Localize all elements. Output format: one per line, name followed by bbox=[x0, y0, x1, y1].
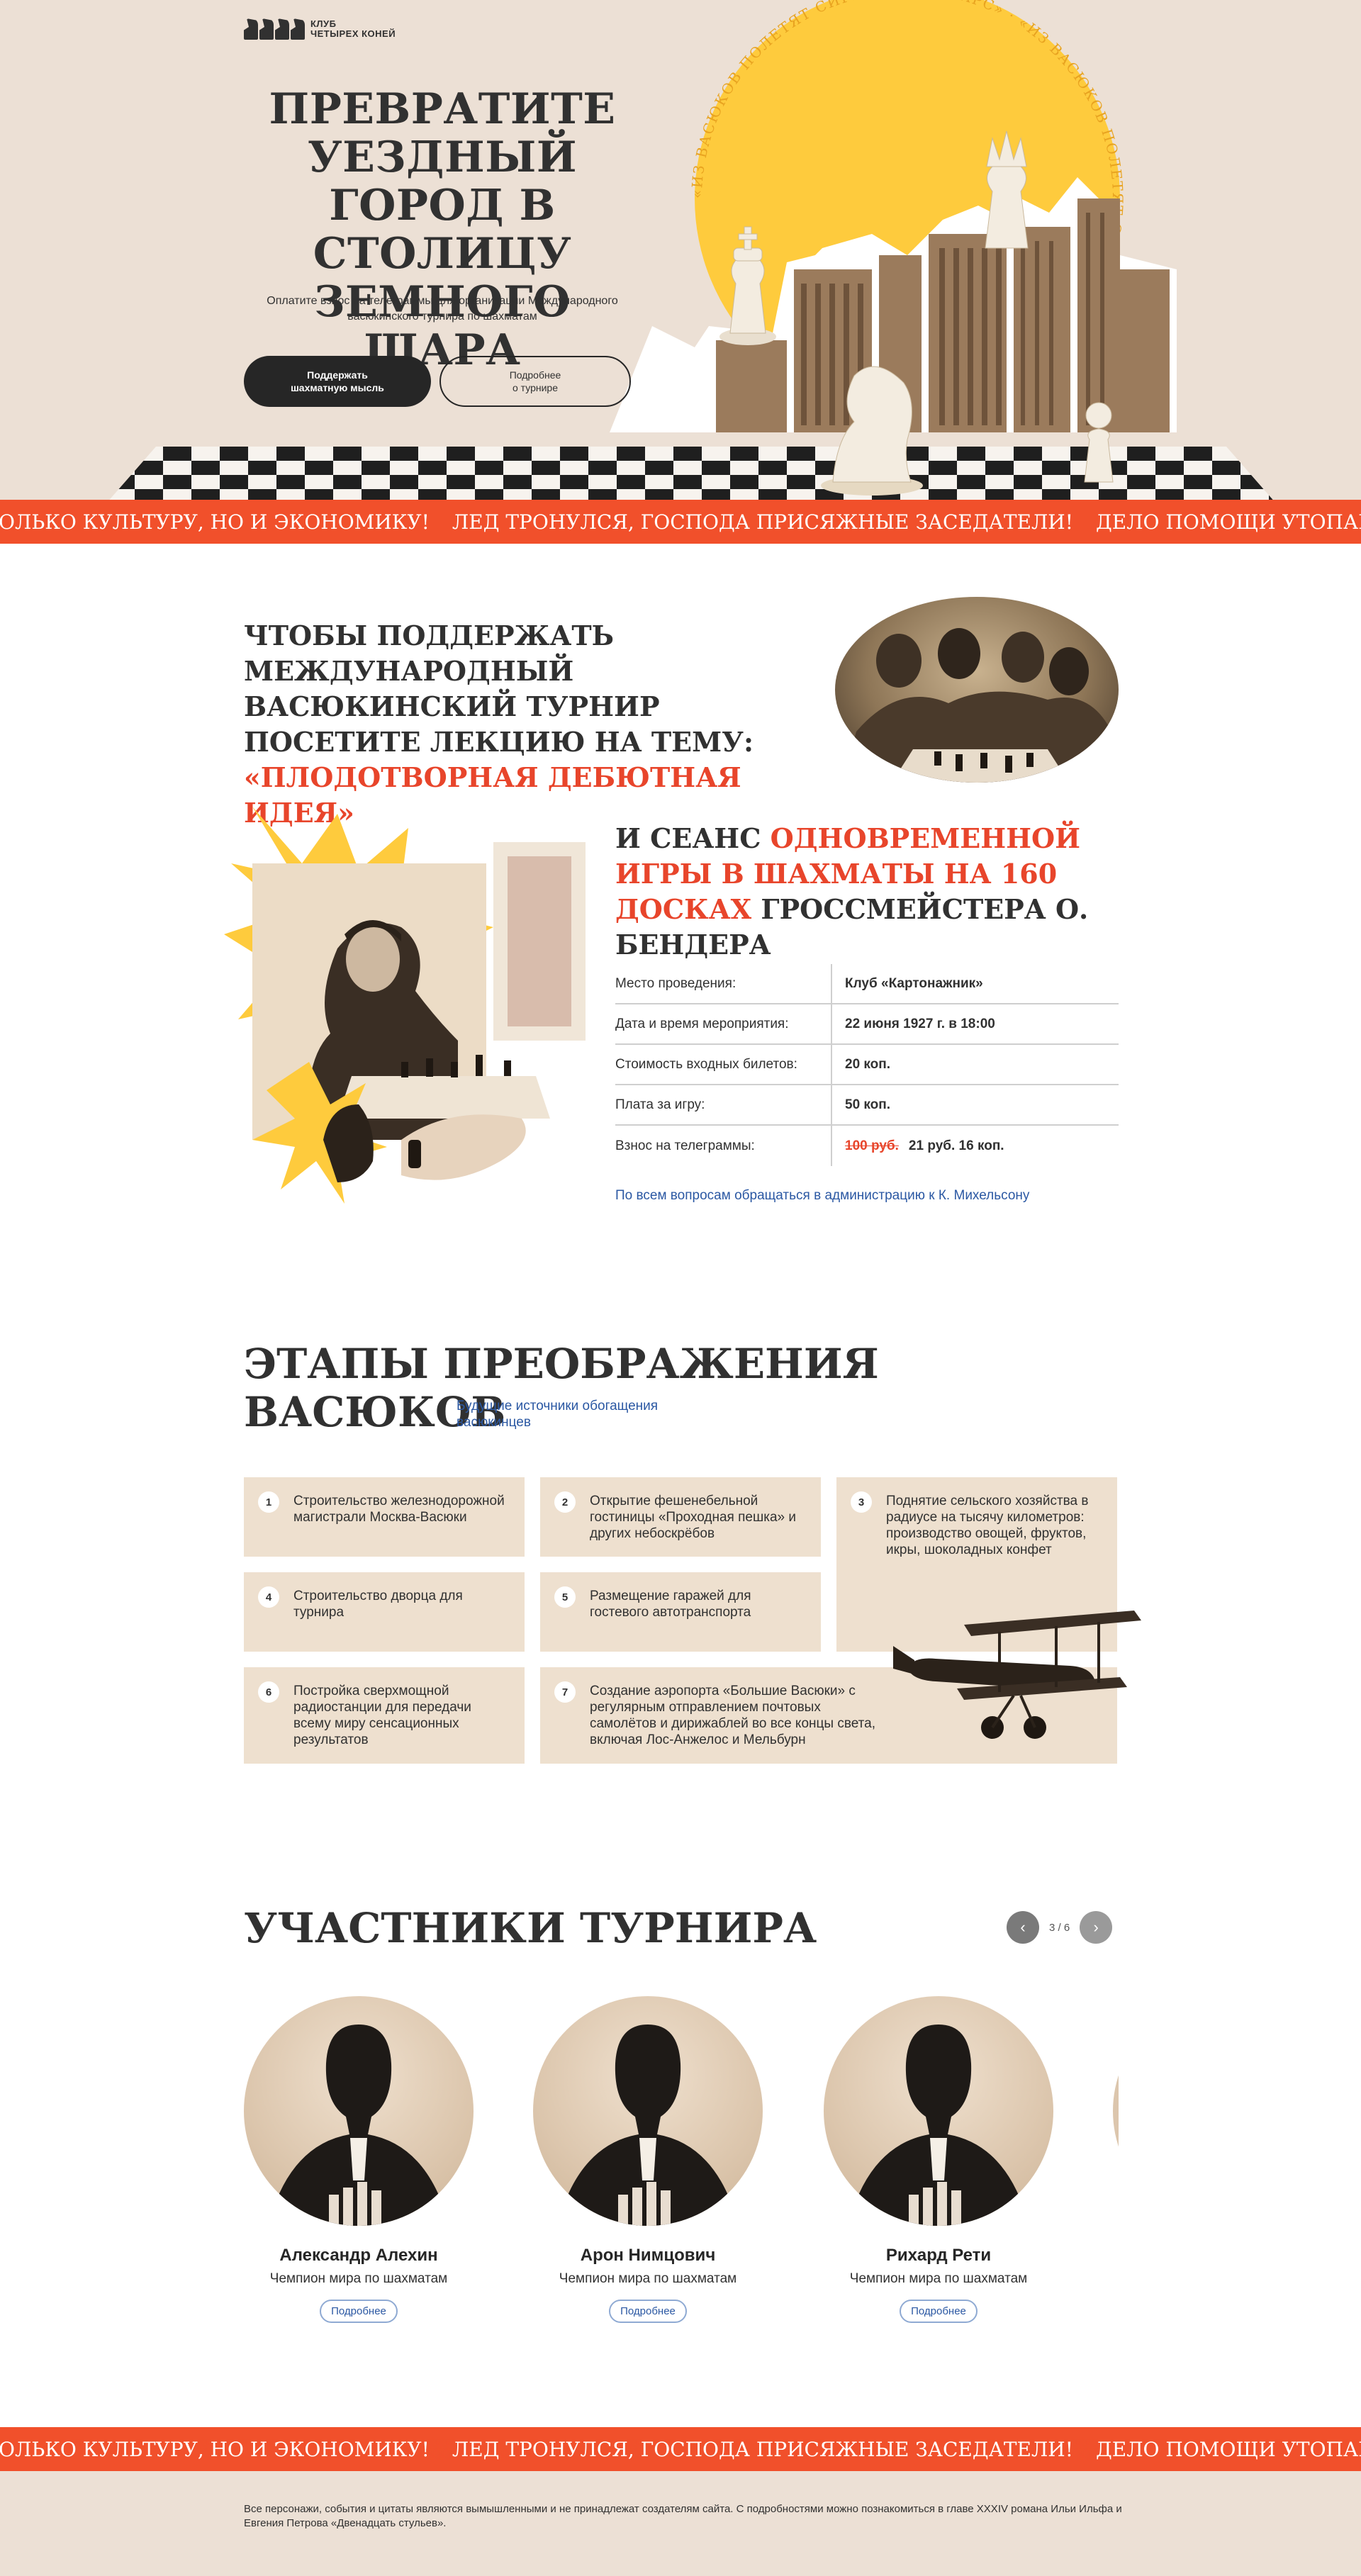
pager-counter: 3 / 6 bbox=[1049, 1921, 1070, 1934]
participant-role: Чемпион мира по шахматам bbox=[849, 2271, 1028, 2286]
ticker-item: ДЕЛО ПОМОЩИ УТОПАЮЩИМ — ДЕЛО РУК САМИХ У… bbox=[1095, 2437, 1361, 2461]
info-row-ticket-price: Стоимость входных билетов: 20 коп. bbox=[615, 1045, 1119, 1085]
stage-text: Открытие фешенебельной гостиницы «Проход… bbox=[590, 1494, 796, 1541]
stages-subtitle: Будущие источники обогащения васюкинцев bbox=[457, 1399, 659, 1430]
stage-text: Создание аэропорта «Большие Васюки» с ре… bbox=[590, 1684, 875, 1747]
footer: Все персонажи, события и цитаты являются… bbox=[0, 2471, 1361, 2576]
stage-card: 5 Размещение гаражей для гостевого автот… bbox=[540, 1572, 821, 1652]
queen-piece-icon bbox=[985, 130, 1029, 249]
stage-card: 6 Постройка сверхмощной радиостанции для… bbox=[244, 1667, 525, 1764]
four-horses-icon bbox=[244, 18, 305, 40]
ticker-item: ДЕЛО ПОМОЩИ УТОПАЮЩИМ — ДЕЛО РУК САМИХ У… bbox=[1095, 510, 1361, 534]
participants-title: УЧАСТНИКИ ТУРНИРА bbox=[244, 1904, 817, 1952]
stage-text: Строительство дворца для турнира bbox=[293, 1589, 463, 1620]
footer-disclaimer: Все персонажи, события и цитаты являются… bbox=[244, 2503, 1122, 2529]
participant-more-button[interactable]: Подробнее bbox=[609, 2300, 687, 2323]
lecture-title-text: ЧТОБЫ ПОДДЕРЖАТЬ МЕЖДУНАРОДНЫЙ ВАСЮКИНСК… bbox=[244, 620, 754, 758]
stage-card: 1 Строительство железнодорожной магистра… bbox=[244, 1477, 525, 1557]
pawn-piece-icon bbox=[1084, 402, 1114, 483]
lecture-title: ЧТОБЫ ПОДДЕРЖАТЬ МЕЖДУНАРОДНЫЙ ВАСЮКИНСК… bbox=[244, 618, 797, 831]
stage-text: Строительство железнодорожной магистрали… bbox=[293, 1494, 505, 1525]
stage-card: 4 Строительство дворца для турнира bbox=[244, 1572, 525, 1652]
participant-card-partial bbox=[1113, 1996, 1119, 2226]
prev-arrow-icon[interactable]: ‹ bbox=[1007, 1911, 1039, 1944]
participant-name: Александр Алехин bbox=[279, 2246, 438, 2265]
participant-more-button[interactable]: Подробнее bbox=[320, 2300, 398, 2323]
stage-number: 3 bbox=[851, 1491, 872, 1513]
info-value: 20 коп. bbox=[845, 1056, 891, 1072]
stage-number: 7 bbox=[554, 1681, 576, 1703]
participant-card: Александр Алехин Чемпион мира по шахмата… bbox=[244, 1996, 474, 2323]
info-row-game-fee: Плата за игру: 50 коп. bbox=[615, 1085, 1119, 1126]
stage-text: Постройка сверхмощной радиостанции для п… bbox=[293, 1684, 471, 1747]
info-label: Дата и время мероприятия: bbox=[615, 1004, 832, 1043]
next-arrow-icon[interactable]: › bbox=[1080, 1911, 1113, 1944]
participant-avatar bbox=[824, 1996, 1053, 2226]
session-title-start: И СЕАНС bbox=[615, 822, 771, 854]
event-info-table: Место проведения: Клуб «Картонажник» Дат… bbox=[615, 964, 1119, 1166]
info-label: Стоимость входных билетов: bbox=[615, 1045, 832, 1084]
participant-avatar bbox=[533, 1996, 763, 2226]
old-price: 100 руб. bbox=[845, 1138, 899, 1153]
logo-line1: КЛУБ bbox=[310, 18, 337, 29]
stage-card: 2 Открытие фешенебельной гостиницы «Прох… bbox=[540, 1477, 821, 1557]
stage-number: 6 bbox=[258, 1681, 279, 1703]
stage-number: 4 bbox=[258, 1586, 279, 1608]
info-label: Взнос на телеграммы: bbox=[615, 1126, 832, 1166]
participants-pager: ‹ 3 / 6 › bbox=[1007, 1911, 1113, 1944]
quote-ticker-bottom: ОЛЬКО КУЛЬТУРУ, НО И ЭКОНОМИКУ! ЛЕД ТРОН… bbox=[0, 2427, 1361, 2471]
participant-name: Рихард Рети bbox=[885, 2246, 992, 2265]
info-label: Плата за игру: bbox=[615, 1085, 832, 1124]
stage-number: 5 bbox=[554, 1586, 576, 1608]
info-label: Место проведения: bbox=[615, 964, 832, 1003]
chess-players-photo bbox=[835, 597, 1119, 783]
participant-role: Чемпион мира по шахматам bbox=[269, 2271, 448, 2286]
info-row-place: Место проведения: Клуб «Картонажник» bbox=[615, 964, 1119, 1004]
participant-more-button[interactable]: Подробнее bbox=[900, 2300, 978, 2323]
hero-subtitle: Оплатите взнос на телеграммы для организ… bbox=[267, 295, 618, 323]
participant-card: Рихард Рети Чемпион мира по шахматам Под… bbox=[824, 1996, 1053, 2323]
club-logo[interactable]: КЛУБ ЧЕТЫРЕХ КОНЕЙ bbox=[244, 18, 396, 40]
info-value: Клуб «Картонажник» bbox=[845, 975, 983, 991]
participant-card: Арон Нимцович Чемпион мира по шахматам П… bbox=[533, 1996, 763, 2323]
knight-piece-icon bbox=[821, 366, 923, 495]
participant-avatar bbox=[244, 1996, 474, 2226]
stage-number: 2 bbox=[554, 1491, 576, 1513]
stage-number: 1 bbox=[258, 1491, 279, 1513]
ticker-item: ЛЕД ТРОНУЛСЯ, ГОСПОДА ПРИСЯЖНЫЕ ЗАСЕДАТЕ… bbox=[452, 510, 1073, 534]
stage-text: Поднятие сельского хозяйства в радиусе н… bbox=[886, 1494, 1089, 1557]
participant-name: Арон Нимцович bbox=[580, 2246, 716, 2265]
contact-link[interactable]: По всем вопросам обращаться в администра… bbox=[615, 1188, 1029, 1204]
info-row-datetime: Дата и время мероприятия: 22 июня 1927 г… bbox=[615, 1004, 1119, 1045]
tournament-details-button[interactable]: Подробнее о турнире bbox=[439, 356, 631, 407]
support-button[interactable]: Поддержать шахматную мысль bbox=[244, 356, 431, 407]
quote-ticker-top: ОЛЬКО КУЛЬТУРУ, НО И ЭКОНОМИКУ! ЛЕД ТРОН… bbox=[0, 500, 1361, 544]
info-value: 22 июня 1927 г. в 18:00 bbox=[845, 1016, 995, 1031]
info-row-telegram-fee: Взнос на телеграммы: 100 руб. 21 руб. 16 … bbox=[615, 1126, 1119, 1166]
king-piece-icon bbox=[719, 226, 776, 345]
info-value: 100 руб. 21 руб. 16 коп. bbox=[832, 1138, 1004, 1154]
simultaneous-game-title: И СЕАНС ОДНОВРЕМЕННОЙ ИГРЫ В ШАХМАТЫ НА … bbox=[615, 821, 1111, 963]
biplane-illustration bbox=[893, 1611, 1141, 1739]
hero-title: ПРЕВРАТИТЕ УЕЗДНЫЙ ГОРОД В СТОЛИЦУ ЗЕМНО… bbox=[269, 84, 616, 375]
stages-title-line1: ЭТАПЫ ПРЕОБРАЖЕНИЯ bbox=[244, 1340, 879, 1388]
participant-role: Чемпион мира по шахматам bbox=[559, 2271, 737, 2286]
stage-text: Размещение гаражей для гостевого автотра… bbox=[590, 1589, 751, 1620]
hero-section: «ИЗ ВАСЮКОВ ПОЛЕТЯТ СИГНАЛЫ НА МАРС» · «… bbox=[0, 0, 1361, 500]
ticker-item: ЛЕД ТРОНУЛСЯ, ГОСПОДА ПРИСЯЖНЫЕ ЗАСЕДАТЕ… bbox=[452, 2437, 1073, 2461]
info-value: 50 коп. bbox=[845, 1097, 891, 1112]
ticker-item: ОЛЬКО КУЛЬТУРУ, НО И ЭКОНОМИКУ! bbox=[0, 2437, 430, 2461]
ticker-item: ОЛЬКО КУЛЬТУРУ, НО И ЭКОНОМИКУ! bbox=[0, 510, 430, 534]
bender-collage-illustration bbox=[224, 807, 586, 1204]
logo-line2: ЧЕТЫРЕХ КОНЕЙ bbox=[310, 28, 396, 39]
new-price: 21 руб. 16 коп. bbox=[908, 1138, 1004, 1153]
